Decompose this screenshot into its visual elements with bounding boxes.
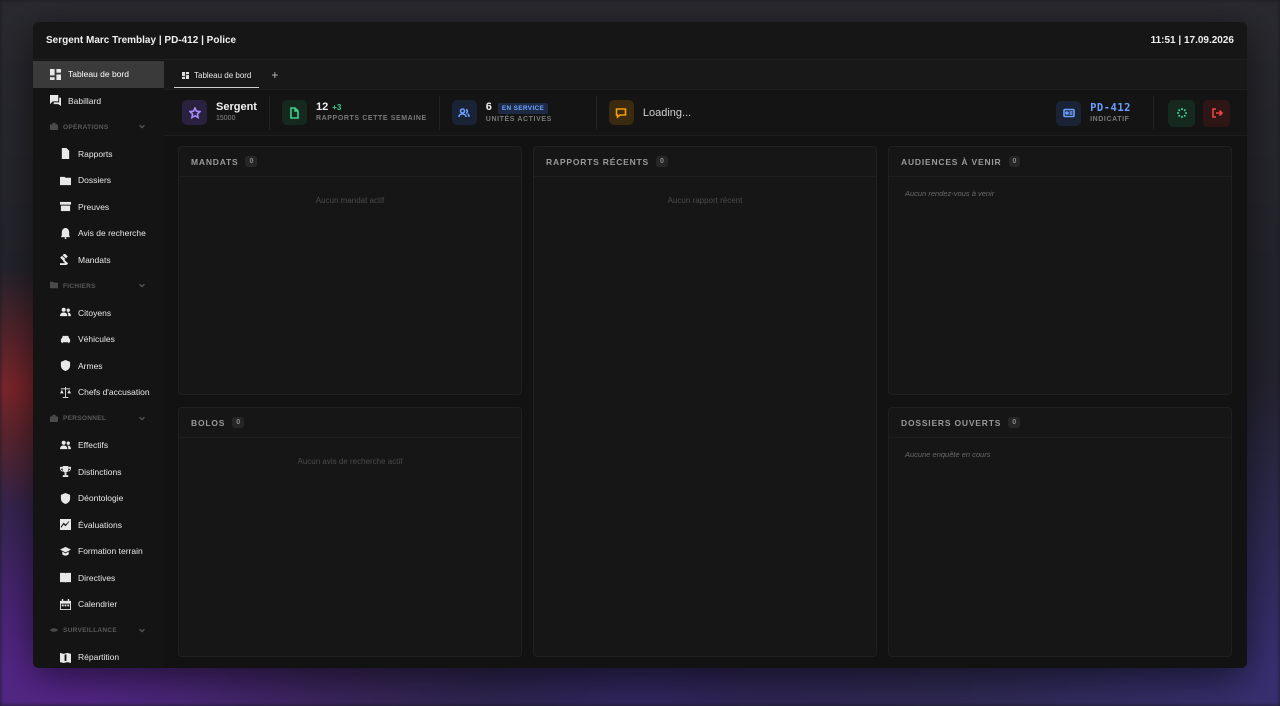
sidebar-item-board[interactable]: Babillard (33, 88, 164, 115)
sidebar-item-calendar[interactable]: Calendrier (33, 591, 164, 618)
stat-reports: 12 +3 RAPPORTS CETTE SEMAINE (270, 95, 440, 130)
stat-callsign: PD-412 INDICATIF (1056, 96, 1154, 130)
chevron-down-icon (138, 281, 146, 291)
count-badge: 0 (245, 156, 258, 167)
sidebar-item-label: Babillard (68, 95, 102, 106)
dashboard-grid: MANDATS 0 Aucun mandat actif RAPPORTS RÉ… (164, 136, 1247, 668)
count-badge: 0 (1008, 156, 1021, 167)
id-card-icon (1056, 100, 1082, 126)
stat-messages: Loading... (597, 96, 703, 130)
sidebar-item-evidence[interactable]: Preuves (33, 194, 164, 221)
count-badge: 0 (232, 417, 245, 428)
scale-icon (60, 386, 71, 398)
section-surveillance[interactable]: SURVEILLANCE (33, 618, 164, 645)
graduation-cap-icon (60, 546, 71, 557)
titlebar: Sergent Marc Tremblay | PD-412 | Police … (33, 22, 1247, 60)
mdt-window: Sergent Marc Tremblay | PD-412 | Police … (33, 22, 1247, 668)
shield-icon (60, 492, 71, 504)
star-icon (182, 100, 207, 125)
sidebar-item-training[interactable]: Formation terrain (33, 538, 164, 565)
count-badge: 0 (656, 156, 668, 167)
empty-message: Aucun rendez-vous à venir (905, 189, 995, 198)
archive-icon (60, 201, 71, 212)
loader-icon (1176, 108, 1187, 118)
panel-recent-reports: RAPPORTS RÉCENTS 0 Aucun rapport récent (533, 146, 877, 657)
logout-button[interactable] (1203, 99, 1230, 127)
sidebar-item-weapons[interactable]: Armes (33, 353, 164, 380)
right-controls: PD-412 INDICATIF (1056, 96, 1230, 130)
sidebar-item-staff[interactable]: Effectifs (33, 432, 164, 459)
document-icon (281, 100, 307, 125)
shield-icon (60, 360, 71, 372)
section-personnel[interactable]: PERSONNEL (33, 406, 164, 433)
chart-icon (60, 519, 71, 531)
stat-rank: Sergent 15000 (174, 95, 270, 130)
sidebar-item-directives[interactable]: Directives (33, 565, 164, 592)
briefcase-icon (50, 122, 58, 132)
grid-icon (50, 68, 61, 80)
sidebar-item-evaluations[interactable]: Évaluations (33, 512, 164, 539)
logout-icon (1211, 108, 1223, 118)
bell-icon (60, 227, 71, 239)
sidebar-item-wanted[interactable]: Avis de recherche (33, 220, 164, 247)
users-icon (60, 307, 71, 318)
clock: 11:51 | 17.09.2026 (1150, 35, 1234, 46)
chevron-down-icon (138, 414, 146, 424)
folder-icon (50, 281, 58, 291)
sidebar-item-dispatch[interactable]: Répartition (33, 644, 164, 668)
empty-message: Aucune enquête en cours (905, 450, 991, 459)
gavel-icon (60, 254, 71, 266)
message-icon (608, 100, 634, 125)
sidebar-item-ethics[interactable]: Déontologie (33, 485, 164, 512)
chat-icon (50, 95, 61, 107)
sidebar-item-awards[interactable]: Distinctions (33, 459, 164, 486)
file-icon (60, 148, 71, 160)
panel-bolos: BOLOS 0 Aucun avis de recherche actif (178, 407, 522, 657)
empty-message: Aucun avis de recherche actif (297, 457, 403, 466)
sidebar-item-charges[interactable]: Chefs d'accusation (33, 379, 164, 406)
sidebar: Tableau de bord Babillard OPÉRATIONS Rap… (33, 60, 164, 668)
stats-bar: Sergent 15000 12 +3 RAPPORTS CETTE SEMAIN… (164, 90, 1247, 136)
chevron-down-icon (138, 122, 146, 132)
book-icon (60, 572, 71, 584)
sidebar-item-dashboard[interactable]: Tableau de bord (33, 61, 164, 88)
empty-message: Aucun mandat actif (315, 196, 385, 205)
trophy-icon (60, 466, 71, 478)
tab-dashboard[interactable]: Tableau de bord (174, 64, 260, 88)
add-tab-button[interactable]: + (271, 68, 278, 82)
sidebar-item-vehicles[interactable]: Véhicules (33, 326, 164, 353)
tab-bar: Tableau de bord + (164, 60, 1247, 90)
main-content: Tableau de bord + Sergent 15000 12 +3 RA… (164, 60, 1247, 668)
sidebar-item-folders[interactable]: Dossiers (33, 167, 164, 194)
map-icon (60, 652, 71, 663)
calendar-icon (60, 598, 71, 610)
section-operations[interactable]: OPÉRATIONS (33, 114, 164, 141)
reports-delta: +3 (332, 103, 342, 112)
sidebar-item-citizens[interactable]: Citoyens (33, 300, 164, 327)
panel-open-cases: DOSSIERS OUVERTS 0 Aucune enquête en cou… (888, 407, 1232, 657)
chevron-down-icon (138, 626, 146, 636)
sidebar-item-warrants[interactable]: Mandats (33, 247, 164, 274)
car-icon (60, 334, 71, 345)
grid-icon (182, 71, 189, 79)
users-icon (451, 100, 477, 125)
sidebar-item-label: Tableau de bord (68, 69, 129, 80)
sidebar-item-reports[interactable]: Rapports (33, 141, 164, 168)
users-icon (60, 440, 71, 451)
stat-units: 6 EN SERVICE UNITÉS ACTIVES (440, 95, 597, 130)
count-badge: 0 (1008, 417, 1021, 428)
status-button[interactable] (1168, 99, 1195, 127)
panel-hearings: AUDIENCES À VENIR 0 Aucun rendez-vous à … (888, 146, 1232, 395)
empty-message: Aucun rapport récent (667, 196, 743, 205)
panel-warrants: MANDATS 0 Aucun mandat actif (178, 146, 522, 395)
briefcase-icon (50, 414, 58, 424)
on-duty-badge: EN SERVICE (497, 102, 549, 114)
user-identity: Sergent Marc Tremblay | PD-412 | Police (46, 35, 237, 46)
folder-icon (60, 175, 71, 186)
section-files[interactable]: FICHIERS (33, 273, 164, 300)
eye-icon (50, 626, 58, 636)
